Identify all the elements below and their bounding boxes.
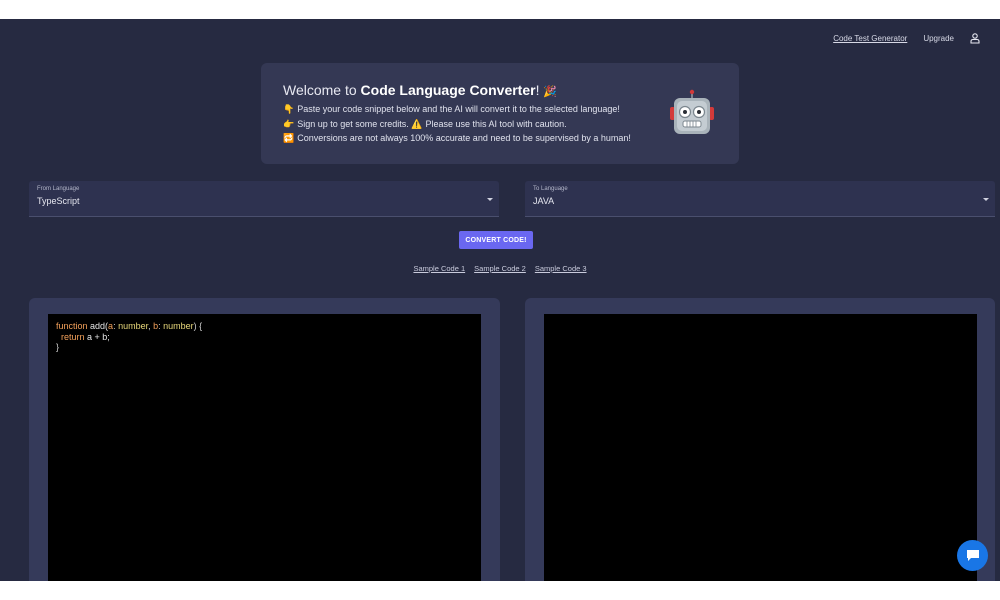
top-nav: Code Test Generator Upgrade [833, 33, 980, 44]
app-root: Code Test Generator Upgrade Welcome to C… [0, 19, 1000, 581]
sample-code-2-link[interactable]: Sample Code 2 [474, 264, 526, 273]
output-code[interactable] [544, 314, 977, 328]
party-popper-icon: 🎉 [543, 86, 558, 98]
from-language-value: TypeScript [37, 196, 80, 206]
app-name: Code Language Converter [360, 82, 536, 98]
to-language-select[interactable]: To Language JAVA [525, 181, 995, 217]
from-language-select[interactable]: From Language TypeScript [29, 181, 499, 217]
welcome-card: Welcome to Code Language Converter! 🎉 👇 P… [261, 63, 739, 164]
repeat-icon: 🔁 [283, 133, 295, 143]
sample-code-1-link[interactable]: Sample Code 1 [413, 264, 465, 273]
from-language-label: From Language [37, 186, 80, 192]
chevron-down-icon[interactable] [487, 198, 493, 201]
input-code-editor[interactable]: function add(a: number, b: number) { ret… [48, 314, 481, 581]
input-code[interactable]: function add(a: number, b: number) { ret… [48, 314, 481, 360]
output-code-editor[interactable] [544, 314, 977, 581]
chevron-down-icon[interactable] [983, 198, 989, 201]
code-test-generator-link[interactable]: Code Test Generator [833, 34, 907, 43]
user-icon[interactable] [970, 33, 980, 44]
chat-bubble-icon [966, 550, 979, 561]
robot-icon [670, 89, 714, 134]
to-language-label: To Language [533, 186, 568, 192]
chat-button[interactable] [957, 540, 988, 571]
to-language-value: JAVA [533, 196, 555, 206]
upgrade-link[interactable]: Upgrade [923, 34, 954, 43]
pointing-right-icon: 👉 [283, 118, 295, 129]
warning-icon: ⚠️ [411, 118, 423, 129]
pointing-down-icon: 👇 [283, 104, 295, 114]
sample-code-links: Sample Code 1 Sample Code 2 Sample Code … [0, 264, 1000, 273]
output-panel [525, 298, 995, 581]
convert-code-button[interactable]: CONVERT CODE! [459, 231, 533, 249]
sample-code-3-link[interactable]: Sample Code 3 [535, 264, 587, 273]
input-panel: function add(a: number, b: number) { ret… [29, 298, 500, 581]
